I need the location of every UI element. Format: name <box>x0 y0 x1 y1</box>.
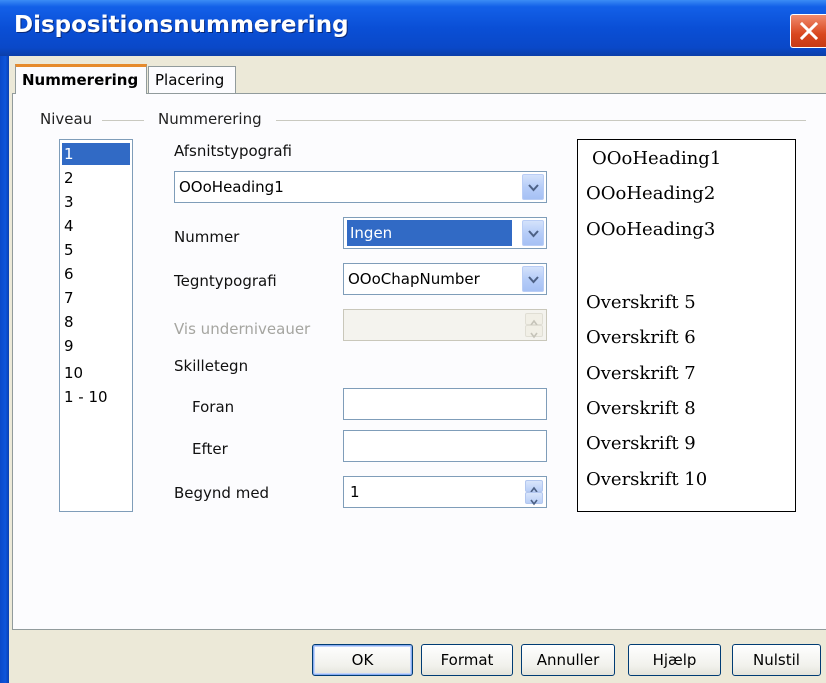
level-group-label: Niveau <box>40 110 93 128</box>
format-button[interactable]: Format <box>421 644 513 676</box>
after-input[interactable] <box>343 430 547 462</box>
number-select[interactable]: Ingen <box>343 217 547 249</box>
after-label: Efter <box>192 440 228 458</box>
help-button[interactable]: Hjælp <box>628 644 721 676</box>
preview-item: OOoHeading2 <box>586 183 716 204</box>
spin-up-button[interactable] <box>525 480 543 493</box>
cancel-button[interactable]: Annuller <box>521 644 615 676</box>
list-item[interactable]: 5 <box>62 239 130 261</box>
preview-item: Overskrift 7 <box>586 363 696 384</box>
start-at-spinner[interactable]: 1 <box>343 476 547 508</box>
paragraph-style-select[interactable]: OOoHeading1 <box>174 171 547 203</box>
list-item[interactable]: 6 <box>62 263 130 285</box>
char-style-select[interactable]: OOoChapNumber <box>343 263 547 295</box>
spin-up-button[interactable] <box>525 313 543 326</box>
list-item[interactable]: 3 <box>62 191 130 213</box>
char-style-dropdown-button[interactable] <box>522 266 544 292</box>
show-sublevels-label: Vis underniveauer <box>174 320 311 338</box>
close-button[interactable] <box>790 14 826 48</box>
preview-item: Overskrift 6 <box>586 327 696 348</box>
window-title: Dispositionsnummerering <box>14 12 349 38</box>
close-icon <box>800 22 818 40</box>
level-group-line <box>102 120 144 121</box>
number-label: Nummer <box>174 228 240 246</box>
tab-nummerering-label: Nummerering <box>22 71 139 89</box>
tab-placering-label: Placering <box>155 71 225 89</box>
list-item[interactable]: 8 <box>62 311 130 333</box>
char-style-value: OOoChapNumber <box>348 270 480 288</box>
numbering-group-line <box>276 120 806 121</box>
reset-button[interactable]: Nulstil <box>732 644 821 676</box>
preview-item: Overskrift 9 <box>586 433 696 454</box>
ok-button[interactable]: OK <box>312 644 413 676</box>
spin-down-icon <box>530 332 538 339</box>
window-border-left <box>0 56 9 683</box>
numbering-group-label: Nummerering <box>158 110 262 128</box>
preview-item: OOoHeading3 <box>586 219 716 240</box>
spin-down-button[interactable] <box>525 325 543 339</box>
spin-down-icon <box>530 499 538 506</box>
list-item[interactable]: 2 <box>62 167 130 189</box>
spin-down-button[interactable] <box>525 492 543 506</box>
paragraph-style-label: Afsnitstypografi <box>174 142 292 160</box>
number-dropdown-button[interactable] <box>522 220 544 246</box>
list-item[interactable]: 1 - 10 <box>62 386 130 408</box>
paragraph-style-value: OOoHeading1 <box>179 178 284 196</box>
chevron-down-icon <box>528 184 539 192</box>
start-at-label: Begynd med <box>174 484 270 502</box>
tab-placering[interactable]: Placering <box>148 66 236 94</box>
number-value: Ingen <box>347 220 512 246</box>
preview-item: Overskrift 5 <box>586 292 696 313</box>
list-item[interactable]: 4 <box>62 215 130 237</box>
list-item[interactable]: 9 <box>62 335 130 357</box>
title-bar[interactable]: Dispositionsnummerering <box>0 0 826 56</box>
level-list[interactable]: 1 2 3 4 5 6 7 8 9 10 1 - 10 <box>59 139 133 512</box>
preview-item: Overskrift 8 <box>586 398 696 419</box>
list-item[interactable]: 7 <box>62 287 130 309</box>
chevron-down-icon <box>528 230 539 238</box>
list-item[interactable]: 1 <box>62 143 130 165</box>
tab-nummerering[interactable]: Nummerering <box>15 64 147 94</box>
chevron-down-icon <box>528 276 539 284</box>
preview-item: Overskrift 10 <box>586 469 708 490</box>
start-at-value: 1 <box>350 483 360 501</box>
separator-label: Skilletegn <box>174 357 249 375</box>
preview-pane: OOoHeading1 OOoHeading2 OOoHeading3 Over… <box>577 139 796 512</box>
list-item[interactable]: 10 <box>62 362 130 384</box>
before-input[interactable] <box>343 388 547 420</box>
paragraph-style-dropdown-button[interactable] <box>522 174 544 200</box>
show-sublevels-spinner[interactable] <box>343 309 547 341</box>
preview-item: OOoHeading1 <box>592 148 722 169</box>
char-style-label: Tegntypografi <box>174 272 277 290</box>
before-label: Foran <box>192 398 235 416</box>
